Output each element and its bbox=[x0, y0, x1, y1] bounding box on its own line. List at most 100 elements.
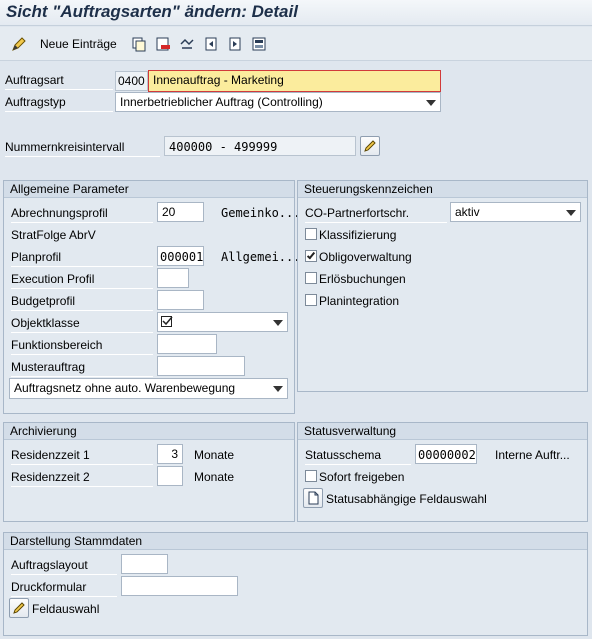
budget-label: Budgetprofil bbox=[11, 294, 76, 308]
planprofil-value: 000001 bbox=[160, 250, 204, 264]
residenzzeit1-field[interactable]: 3 bbox=[157, 444, 183, 464]
status-feldauswahl-button[interactable] bbox=[303, 488, 323, 508]
group-title: Darstellung Stammdaten bbox=[4, 533, 587, 550]
auftragsart-code-field: 0400 bbox=[115, 71, 148, 91]
planintegration-checkbox[interactable] bbox=[305, 294, 317, 306]
label-underline bbox=[5, 111, 113, 112]
klassifizierung-label: Klassifizierung bbox=[319, 228, 397, 242]
erloesbuchungen-label: Erlösbuchungen bbox=[319, 272, 406, 286]
co-partner-value: aktiv bbox=[455, 205, 480, 219]
sofort-freigeben-label: Sofort freigeben bbox=[319, 470, 405, 484]
sofort-freigeben-checkbox[interactable] bbox=[305, 470, 317, 482]
previous-icon[interactable] bbox=[202, 35, 220, 53]
klassifizierung-checkbox[interactable] bbox=[305, 228, 317, 240]
undo-icon[interactable] bbox=[178, 35, 196, 53]
label-underline bbox=[11, 310, 153, 311]
statusschema-field[interactable]: 00000002 bbox=[415, 444, 477, 464]
auftragsart-text-field[interactable]: Innenauftrag - Marketing bbox=[148, 70, 441, 92]
auftragstyp-label: Auftragstyp bbox=[5, 95, 66, 109]
label-underline bbox=[11, 288, 153, 289]
chevron-down-icon bbox=[566, 210, 576, 216]
transport-icon[interactable] bbox=[250, 35, 268, 53]
abrechnungsprofil-desc: Gemeinko... bbox=[221, 206, 301, 220]
planprofil-field[interactable]: 000001 bbox=[157, 246, 204, 266]
group-title: Archivierung bbox=[4, 423, 294, 440]
residenzzeit2-label: Residenzzeit 2 bbox=[11, 470, 90, 484]
statusschema-value: 00000002 bbox=[418, 448, 476, 462]
auftragsart-code: 0400 bbox=[118, 74, 145, 88]
chevron-down-icon bbox=[273, 320, 283, 326]
next-icon[interactable] bbox=[226, 35, 244, 53]
auftragsnetz-dropdown[interactable]: Auftragsnetz ohne auto. Warenbewegung bbox=[9, 378, 288, 399]
residenzzeit2-unit: Monate bbox=[194, 470, 235, 484]
druckformular-field[interactable] bbox=[121, 576, 238, 596]
pencil-icon bbox=[13, 602, 25, 614]
label-underline bbox=[11, 376, 153, 377]
residenzzeit1-value: 3 bbox=[171, 447, 178, 461]
copy-icon[interactable] bbox=[130, 35, 148, 53]
label-underline bbox=[11, 574, 117, 575]
feldauswahl-label[interactable]: Feldauswahl bbox=[32, 602, 99, 616]
status-feldauswahl-label[interactable]: Statusabhängige Feldauswahl bbox=[326, 492, 487, 506]
musterauftrag-field[interactable] bbox=[157, 356, 245, 376]
label-underline bbox=[11, 464, 153, 465]
pencil-glasses-icon[interactable] bbox=[10, 35, 28, 53]
execution-label: Execution Profil bbox=[11, 272, 95, 286]
title-bar: Sicht "Auftragsarten" ändern: Detail bbox=[0, 0, 592, 26]
auftragsnetz-value: Auftragsnetz ohne auto. Warenbewegung bbox=[14, 381, 236, 395]
objektklasse-label: Objektklasse bbox=[11, 316, 80, 330]
auftragslayout-field[interactable] bbox=[121, 554, 168, 574]
label-underline bbox=[5, 89, 113, 90]
label-underline bbox=[305, 464, 411, 465]
co-partner-label: CO-Partnerfortschr. bbox=[305, 206, 410, 220]
group-title: Statusverwaltung bbox=[298, 423, 587, 440]
abrechnungsprofil-field[interactable]: 20 bbox=[157, 202, 204, 222]
chevron-down-icon bbox=[273, 386, 283, 392]
label-underline bbox=[11, 486, 153, 487]
residenzzeit2-field[interactable] bbox=[157, 466, 183, 486]
abrechnungsprofil-value: 20 bbox=[162, 205, 176, 219]
nummernkreis-edit-button[interactable] bbox=[360, 136, 380, 156]
document-icon bbox=[308, 491, 319, 505]
planprofil-desc: Allgemei... bbox=[221, 250, 301, 264]
delete-icon[interactable] bbox=[154, 35, 172, 53]
group-title: Allgemeine Parameter bbox=[4, 181, 294, 198]
druckformular-label: Druckformular bbox=[11, 580, 87, 594]
feldauswahl-button[interactable] bbox=[9, 598, 29, 618]
label-underline bbox=[5, 156, 160, 157]
nummernkreis-value: 400000 - 499999 bbox=[169, 140, 278, 154]
abrechnungsprofil-label: Abrechnungsprofil bbox=[11, 206, 108, 220]
statusschema-desc: Interne Auftr... bbox=[495, 448, 570, 462]
nummernkreis-field: 400000 - 499999 bbox=[164, 136, 356, 156]
planintegration-label: Planintegration bbox=[319, 294, 400, 308]
label-underline bbox=[11, 354, 153, 355]
co-partner-dropdown[interactable]: aktiv bbox=[450, 202, 581, 222]
stratfolge-label: StratFolge AbrV bbox=[11, 228, 96, 242]
label-underline bbox=[11, 266, 153, 267]
objektklasse-dropdown[interactable] bbox=[157, 312, 288, 332]
statusschema-label: Statusschema bbox=[305, 448, 382, 462]
obligoverwaltung-label: Obligoverwaltung bbox=[319, 250, 412, 264]
page-title: Sicht "Auftragsarten" ändern: Detail bbox=[6, 2, 298, 21]
label-underline bbox=[11, 332, 153, 333]
auftragsart-label: Auftragsart bbox=[5, 73, 64, 87]
application-toolbar: Neue Einträge bbox=[0, 27, 592, 61]
pencil-icon bbox=[364, 140, 376, 152]
group-title: Steuerungskennzeichen bbox=[298, 181, 587, 198]
obligoverwaltung-checkbox[interactable] bbox=[305, 250, 317, 262]
check-icon bbox=[306, 250, 316, 260]
budget-field[interactable] bbox=[157, 290, 204, 310]
planprofil-label: Planprofil bbox=[11, 250, 62, 264]
funktionsbereich-label: Funktionsbereich bbox=[11, 338, 103, 352]
erloesbuchungen-checkbox[interactable] bbox=[305, 272, 317, 284]
execution-field[interactable] bbox=[157, 268, 189, 288]
checklist-icon bbox=[161, 316, 173, 327]
auftragstyp-value: Innerbetrieblicher Auftrag (Controlling) bbox=[120, 95, 323, 109]
auftragstyp-dropdown[interactable]: Innerbetrieblicher Auftrag (Controlling) bbox=[115, 92, 441, 112]
musterauftrag-label: Musterauftrag bbox=[11, 360, 86, 374]
residenzzeit1-label: Residenzzeit 1 bbox=[11, 448, 90, 462]
new-entries-button[interactable]: Neue Einträge bbox=[40, 37, 117, 51]
auftragsart-text: Innenauftrag - Marketing bbox=[153, 73, 284, 87]
funktionsbereich-field[interactable] bbox=[157, 334, 217, 354]
group-darstellung-stammdaten: Darstellung Stammdaten bbox=[3, 532, 588, 636]
